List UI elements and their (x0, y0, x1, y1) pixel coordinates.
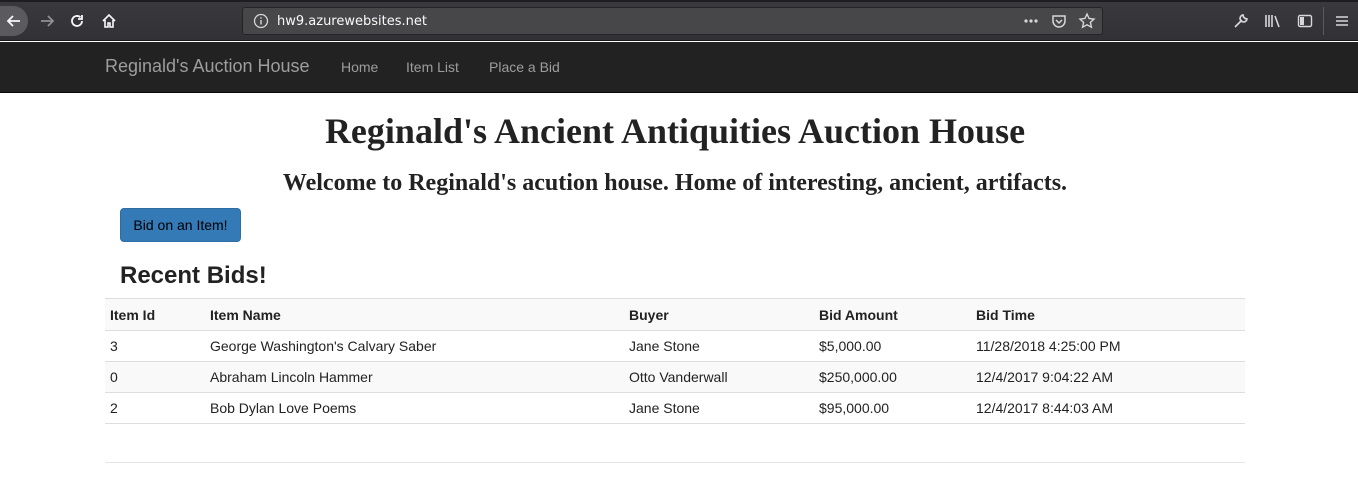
recent-bids-heading: Recent Bids! (120, 262, 267, 289)
cell-bid-amount: $250,000.00 (814, 361, 971, 393)
nav-link-place-a-bid[interactable]: Place a Bid (489, 59, 560, 75)
header-buyer: Buyer (624, 298, 814, 331)
reload-icon (71, 15, 83, 27)
recent-bids-table: Item Id Item Name Buyer Bid Amount Bid T… (105, 298, 1245, 424)
forward-button[interactable] (32, 6, 62, 36)
header-item-id: Item Id (105, 298, 205, 331)
navbar-brand[interactable]: Reginald's Auction House (105, 56, 310, 77)
nav-link-item-list[interactable]: Item List (406, 59, 459, 75)
bid-on-item-button[interactable]: Bid on an Item! (120, 208, 241, 242)
home-icon (102, 13, 116, 28)
cell-item-name: Abraham Lincoln Hammer (205, 361, 624, 393)
page-subtitle: Welcome to Reginald's acution house. Hom… (282, 170, 1068, 196)
cell-buyer: Jane Stone (624, 330, 814, 362)
bookmark-star-icon[interactable] (1078, 12, 1096, 30)
home-button[interactable] (94, 6, 124, 36)
cell-buyer: Jane Stone (624, 392, 814, 424)
sidebar-icon[interactable] (1289, 6, 1321, 36)
footer-divider (105, 462, 1245, 463)
back-arrow-icon (6, 15, 20, 27)
header-bid-time: Bid Time (971, 298, 1245, 331)
library-icon[interactable] (1257, 6, 1289, 36)
cell-item-name: George Washington's Calvary Saber (205, 330, 624, 362)
page-title: Reginald's Ancient Antiquities Auction H… (324, 111, 1026, 151)
cell-bid-time: 12/4/2017 8:44:03 AM (971, 392, 1245, 424)
header-item-name: Item Name (205, 298, 624, 331)
nav-link-home[interactable]: Home (341, 59, 378, 75)
table-row: 3 George Washington's Calvary Saber Jane… (105, 330, 1245, 362)
table-row: 0 Abraham Lincoln Hammer Otto Vanderwall… (105, 361, 1245, 393)
cell-item-id: 3 (105, 330, 205, 362)
cell-item-name: Bob Dylan Love Poems (205, 392, 624, 424)
url-text[interactable]: hw9.azurewebsites.net (277, 14, 427, 29)
back-button[interactable] (0, 6, 28, 36)
cell-bid-time: 12/4/2017 9:04:22 AM (971, 361, 1245, 393)
wrench-icon[interactable] (1225, 6, 1257, 36)
more-icon[interactable] (1022, 12, 1040, 30)
cell-buyer: Otto Vanderwall (624, 361, 814, 393)
toolbar-separator (1323, 7, 1324, 35)
table-header-row: Item Id Item Name Buyer Bid Amount Bid T… (105, 298, 1245, 331)
site-navbar: Reginald's Auction House Home Item List … (0, 42, 1358, 93)
cell-item-id: 2 (105, 392, 205, 424)
address-bar[interactable]: hw9.azurewebsites.net (242, 7, 1103, 35)
tab-strip (0, 0, 1358, 2)
cell-bid-time: 11/28/2018 4:25:00 PM (971, 330, 1245, 362)
table-row: 2 Bob Dylan Love Poems Jane Stone $95,00… (105, 392, 1245, 424)
pocket-icon[interactable] (1050, 12, 1068, 30)
cell-bid-amount: $5,000.00 (814, 330, 971, 362)
cell-item-id: 0 (105, 361, 205, 393)
cell-bid-amount: $95,000.00 (814, 392, 971, 424)
browser-toolbar: hw9.azurewebsites.net (0, 0, 1358, 41)
info-icon[interactable] (253, 13, 269, 29)
reload-button[interactable] (62, 6, 92, 36)
header-bid-amount: Bid Amount (814, 298, 971, 331)
menu-icon[interactable] (1326, 6, 1358, 36)
forward-arrow-icon (41, 15, 55, 27)
